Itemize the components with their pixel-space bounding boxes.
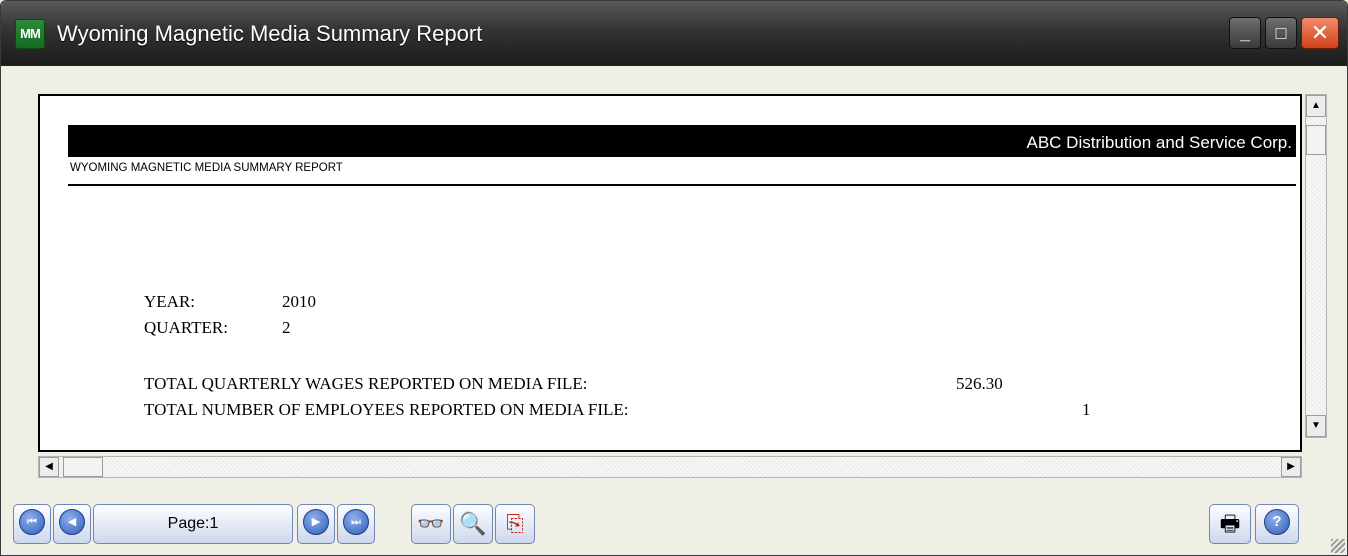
printer-icon: 🖶 <box>1219 511 1241 536</box>
report-window: MM Wyoming Magnetic Media Summary Report… <box>0 0 1348 556</box>
help-icon: ? <box>1264 509 1290 536</box>
first-page-button[interactable]: ⏮ <box>13 504 51 544</box>
last-page-button[interactable]: ⏭ <box>337 504 375 544</box>
total-wages-value: 526.30 <box>956 374 1003 393</box>
scroll-down-button[interactable]: ▼ <box>1306 415 1326 437</box>
vertical-scroll-thumb[interactable] <box>1306 125 1326 155</box>
horizontal-scrollbar[interactable]: ◀ ▶ <box>38 456 1302 478</box>
scroll-left-button[interactable]: ◀ <box>39 457 59 477</box>
report-preview: ABC Distribution and Service Corp. WYOMI… <box>38 94 1302 452</box>
total-employees-value: 1 <box>1082 400 1091 419</box>
vertical-scrollbar[interactable]: ▲ ▼ <box>1305 94 1327 438</box>
total-employees-label: TOTAL NUMBER OF EMPLOYEES REPORTED ON ME… <box>144 400 629 419</box>
app-icon: MM <box>15 19 45 49</box>
previous-page-icon: ◀ <box>59 509 85 536</box>
binoculars-icon: 👓 <box>417 511 445 536</box>
minimize-button[interactable]: _ <box>1229 17 1261 49</box>
help-button[interactable]: ? <box>1255 504 1299 544</box>
magnifier-icon: 🔍 <box>459 511 487 536</box>
quarter-label: QUARTER: <box>144 318 228 337</box>
header-divider <box>68 184 1296 186</box>
quarter-value: 2 <box>282 318 291 337</box>
total-wages-label: TOTAL QUARTERLY WAGES REPORTED ON MEDIA … <box>144 374 588 393</box>
first-page-icon: ⏮ <box>19 509 45 536</box>
print-button[interactable]: 🖶 <box>1209 504 1251 544</box>
report-title: WYOMING MAGNETIC MEDIA SUMMARY REPORT <box>70 162 343 174</box>
last-page-icon: ⏭ <box>343 509 369 536</box>
zoom-button[interactable]: 🔍 <box>453 504 493 544</box>
resize-grip-icon[interactable] <box>1331 539 1345 553</box>
scroll-up-button[interactable]: ▲ <box>1306 95 1326 117</box>
next-page-icon: ▶ <box>303 509 329 536</box>
maximize-button[interactable]: □ <box>1265 17 1297 49</box>
horizontal-scroll-thumb[interactable] <box>63 457 103 477</box>
company-name-banner: ABC Distribution and Service Corp. <box>68 125 1296 157</box>
window-title: Wyoming Magnetic Media Summary Report <box>57 21 483 46</box>
scroll-right-button[interactable]: ▶ <box>1281 457 1301 477</box>
page-indicator[interactable]: Page:1 <box>93 504 293 544</box>
title-bar[interactable]: MM Wyoming Magnetic Media Summary Report… <box>1 1 1347 66</box>
close-button[interactable]: ✕ <box>1301 17 1339 49</box>
year-label: YEAR: <box>144 292 195 311</box>
previous-page-button[interactable]: ◀ <box>53 504 91 544</box>
next-page-button[interactable]: ▶ <box>297 504 335 544</box>
year-value: 2010 <box>282 292 316 311</box>
find-button[interactable]: 👓 <box>411 504 451 544</box>
export-icon: ⎘ <box>506 511 524 536</box>
export-button[interactable]: ⎘ <box>495 504 535 544</box>
